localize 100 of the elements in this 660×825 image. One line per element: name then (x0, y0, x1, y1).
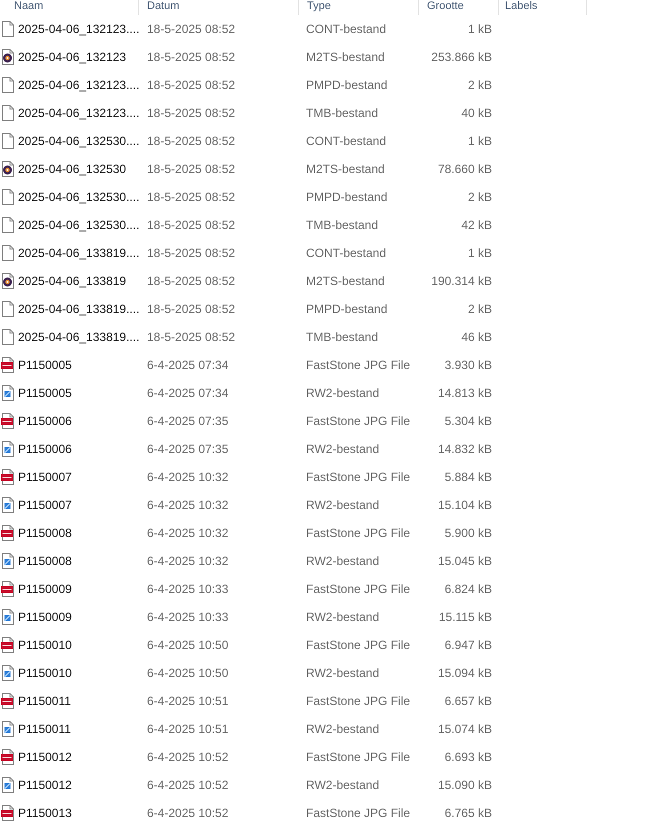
modified-date: 18-5-2025 08:52 (147, 330, 236, 344)
modified-date: 6-4-2025 07:35 (147, 442, 228, 456)
file-name[interactable]: P1150010 (18, 637, 72, 653)
file-name[interactable]: P1150007 (18, 497, 72, 513)
file-size: 5.884 kB (444, 469, 492, 485)
file-size: 6.657 kB (444, 693, 492, 709)
file-size: 2 kB (468, 189, 492, 205)
file-size: 15.074 kB (438, 721, 492, 737)
file-type: FastStone JPG File (306, 470, 410, 484)
modified-date: 6-4-2025 10:33 (147, 582, 228, 596)
modified-date: 6-4-2025 10:51 (147, 694, 228, 708)
file-name[interactable]: P1150008 (18, 553, 72, 569)
modified-date: 6-4-2025 10:32 (147, 498, 228, 512)
file-type: PMPD-bestand (306, 190, 388, 204)
modified-date: 18-5-2025 08:52 (147, 162, 236, 176)
modified-date: 6-4-2025 10:51 (147, 722, 228, 736)
file-type: FastStone JPG File (306, 414, 410, 428)
file-name[interactable]: P1150008 (18, 525, 72, 541)
file-size: 1 kB (468, 133, 492, 149)
file-name[interactable]: 2025-04-06_132123.... (18, 105, 140, 121)
modified-date: 18-5-2025 08:52 (147, 78, 236, 92)
modified-date: 6-4-2025 10:50 (147, 638, 228, 652)
column-header[interactable]: Grootte (419, 0, 499, 15)
file-size: 46 kB (461, 329, 492, 345)
file-type: RW2-bestand (306, 778, 380, 792)
file-name[interactable]: 2025-04-06_132530.... (18, 133, 140, 149)
file-type: FastStone JPG File (306, 750, 410, 764)
file-name[interactable]: P1150010 (18, 665, 72, 681)
file-size: 78.660 kB (438, 161, 492, 177)
file-name[interactable]: P1150007 (18, 469, 72, 485)
file-size: 6.824 kB (444, 581, 492, 597)
column-header[interactable]: Datum (139, 0, 299, 15)
file-size: 15.115 kB (438, 609, 492, 625)
file-name[interactable]: 2025-04-06_132530.... (18, 189, 140, 205)
column-header[interactable]: Labels (499, 0, 587, 15)
file-size: 5.304 kB (444, 413, 492, 429)
modified-date: 18-5-2025 08:52 (147, 218, 236, 232)
file-name[interactable]: P1150012 (18, 749, 72, 765)
file-type: PMPD-bestand (306, 302, 388, 316)
file-name[interactable]: 2025-04-06_132530.... (18, 217, 140, 233)
file-type: M2TS-bestand (306, 162, 385, 176)
file-name[interactable]: 2025-04-06_132123.... (18, 77, 140, 93)
file-name[interactable]: P1150011 (18, 721, 71, 737)
file-size: 1 kB (468, 21, 492, 37)
file-size: 5.900 kB (444, 525, 492, 541)
file-name[interactable]: 2025-04-06_133819.... (18, 301, 140, 317)
file-type: TMB-bestand (306, 218, 378, 232)
file-type: FastStone JPG File (306, 638, 410, 652)
file-type: FastStone JPG File (306, 582, 410, 596)
file-type: RW2-bestand (306, 610, 380, 624)
file-name[interactable]: 2025-04-06_132530 (18, 161, 126, 177)
file-type: RW2-bestand (306, 386, 380, 400)
file-size: 15.090 kB (438, 777, 492, 793)
file-size: 190.314 kB (431, 273, 492, 289)
file-name[interactable]: P1150013 (18, 805, 72, 821)
file-type: RW2-bestand (306, 554, 380, 568)
file-size: 2 kB (468, 301, 492, 317)
file-type: CONT-bestand (306, 22, 386, 36)
modified-date: 18-5-2025 08:52 (147, 246, 236, 260)
file-type: FastStone JPG File (306, 806, 410, 820)
file-name[interactable]: P1150005 (18, 357, 72, 373)
file-name[interactable]: 2025-04-06_132123 (18, 49, 126, 65)
file-name[interactable]: 2025-04-06_132123.... (18, 21, 140, 37)
file-name[interactable]: P1150012 (18, 777, 72, 793)
modified-date: 18-5-2025 08:52 (147, 302, 236, 316)
file-name[interactable]: 2025-04-06_133819 (18, 273, 126, 289)
modified-date: 6-4-2025 07:35 (147, 414, 228, 428)
file-name[interactable]: P1150011 (18, 693, 71, 709)
file-name[interactable]: 2025-04-06_133819.... (18, 329, 140, 345)
file-name[interactable]: P1150009 (18, 609, 72, 625)
file-size: 14.832 kB (438, 441, 492, 457)
file-size: 14.813 kB (438, 385, 492, 401)
modified-date: 6-4-2025 10:32 (147, 470, 228, 484)
modified-date: 6-4-2025 10:32 (147, 526, 228, 540)
file-name[interactable]: P1150006 (18, 413, 72, 429)
modified-date: 6-4-2025 10:33 (147, 610, 228, 624)
modified-date: 18-5-2025 08:52 (147, 50, 236, 64)
file-type: FastStone JPG File (306, 358, 410, 372)
file-name[interactable]: P1150005 (18, 385, 72, 401)
file-name[interactable]: P1150006 (18, 441, 72, 457)
file-size: 2 kB (468, 77, 492, 93)
modified-date: 6-4-2025 10:52 (147, 778, 228, 792)
modified-date: 6-4-2025 10:32 (147, 554, 228, 568)
file-name[interactable]: 2025-04-06_133819.... (18, 245, 140, 261)
modified-date: 18-5-2025 08:52 (147, 274, 236, 288)
file-size: 1 kB (468, 245, 492, 261)
file-type: RW2-bestand (306, 498, 380, 512)
modified-date: 6-4-2025 10:50 (147, 666, 228, 680)
file-size: 6.693 kB (444, 749, 492, 765)
modified-date: 6-4-2025 07:34 (147, 358, 228, 372)
file-name[interactable]: P1150009 (18, 581, 72, 597)
file-type: FastStone JPG File (306, 694, 410, 708)
column-header[interactable]: Naam (0, 0, 139, 15)
modified-date: 18-5-2025 08:52 (147, 22, 236, 36)
column-header[interactable]: Type (299, 0, 419, 15)
file-size: 15.045 kB (438, 553, 492, 569)
file-size: 15.094 kB (438, 665, 492, 681)
modified-date: 18-5-2025 08:52 (147, 106, 236, 120)
file-size: 3.930 kB (444, 357, 492, 373)
file-size: 253.866 kB (431, 49, 492, 65)
